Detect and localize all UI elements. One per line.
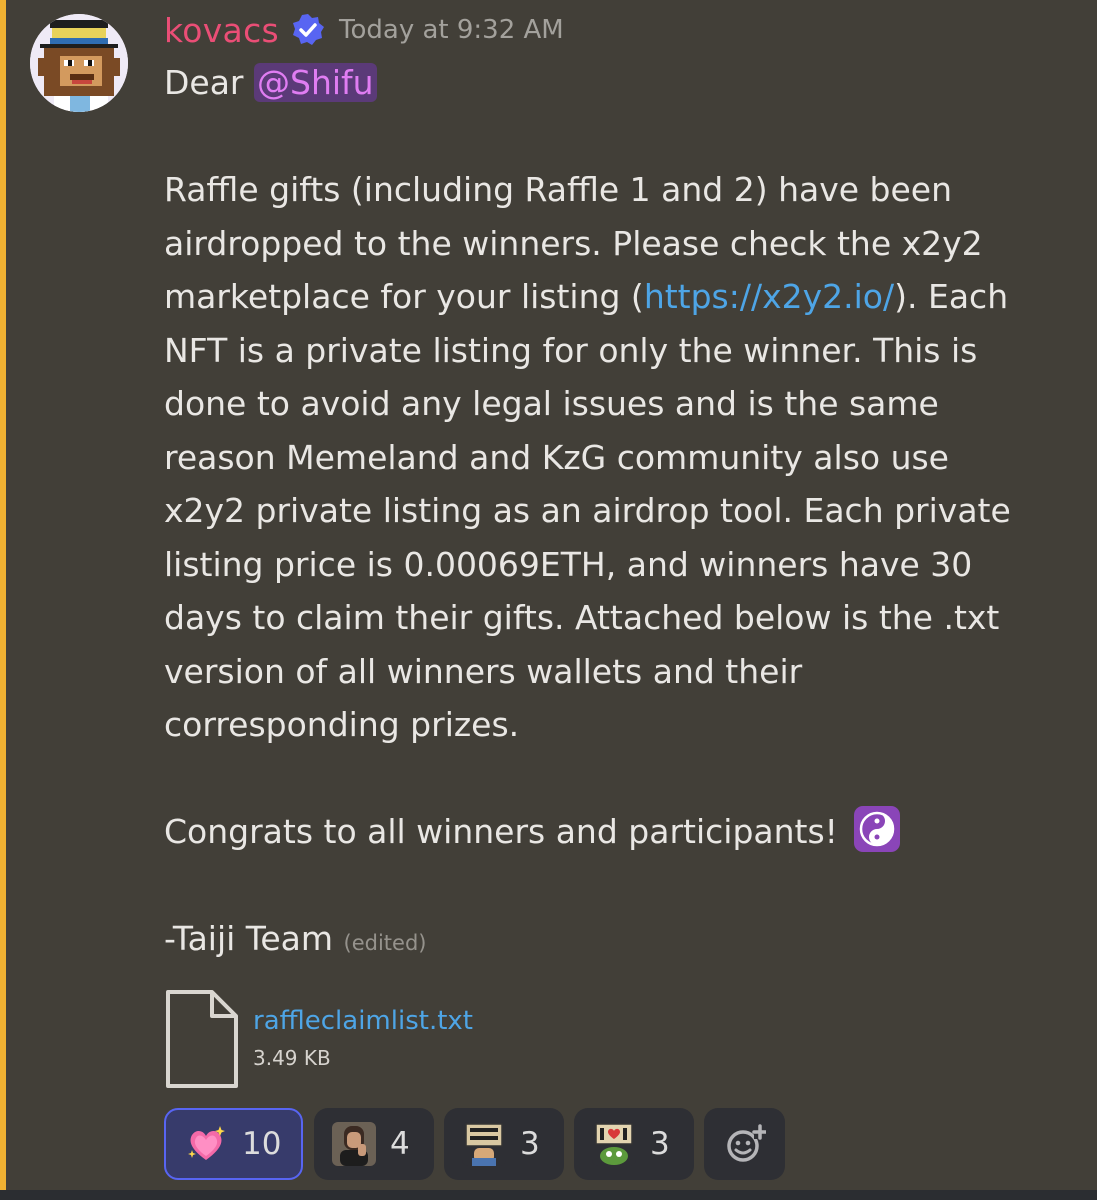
- user-mention[interactable]: @Shifu: [254, 63, 377, 102]
- message-timestamp[interactable]: Today at 9:32 AM: [339, 15, 564, 45]
- add-reaction-icon: [726, 1124, 766, 1162]
- message-content: Dear @Shifu Raffle gifts (including Raff…: [164, 56, 1064, 971]
- signature-text: -Taiji Team: [164, 919, 334, 958]
- yin-yang-icon: [860, 811, 895, 847]
- yin-yang-emoji[interactable]: [854, 806, 901, 852]
- reaction-stay-zen[interactable]: 3: [444, 1108, 564, 1180]
- author-username[interactable]: kovacs: [164, 11, 279, 50]
- highlight-accent-bar: [0, 0, 6, 1190]
- reaction-count: 4: [390, 1126, 410, 1162]
- greeting-text: Dear: [164, 63, 254, 102]
- i-heart-u-emoji: [592, 1122, 636, 1166]
- attachment-size: 3.49 KB: [253, 1046, 331, 1070]
- reaction-count: 10: [242, 1126, 282, 1162]
- sparkling-heart-emoji: [188, 1126, 225, 1160]
- paragraph-text-end: ). Each NFT is a private listing for onl…: [164, 277, 1011, 744]
- edited-label: (edited): [343, 931, 427, 955]
- add-reaction-button[interactable]: [704, 1108, 785, 1180]
- congrats-text: Congrats to all winners and participants…: [164, 812, 849, 851]
- bottom-divider: [0, 1190, 1097, 1200]
- file-attachment[interactable]: raffleclaimlist.txt 3.49 KB: [164, 988, 564, 1088]
- pixel-ape-avatar-image: [30, 14, 128, 112]
- message-header: kovacs Today at 9:32 AM: [164, 6, 564, 54]
- avatar[interactable]: [30, 14, 128, 112]
- attachment-filename[interactable]: raffleclaimlist.txt: [253, 1006, 473, 1036]
- x2y2-link[interactable]: https://x2y2.io/: [644, 277, 894, 316]
- verified-badge-icon: [293, 14, 325, 45]
- file-icon: [166, 990, 238, 1088]
- reaction-count: 3: [520, 1126, 540, 1162]
- custom-person-emoji: [332, 1122, 376, 1166]
- reaction-i-heart-u[interactable]: 3: [574, 1108, 694, 1180]
- reaction-sparkling-heart[interactable]: 10: [164, 1108, 303, 1180]
- reaction-custom-person[interactable]: 4: [314, 1108, 434, 1180]
- stay-zen-emoji: [462, 1122, 506, 1166]
- reaction-count: 3: [650, 1126, 670, 1162]
